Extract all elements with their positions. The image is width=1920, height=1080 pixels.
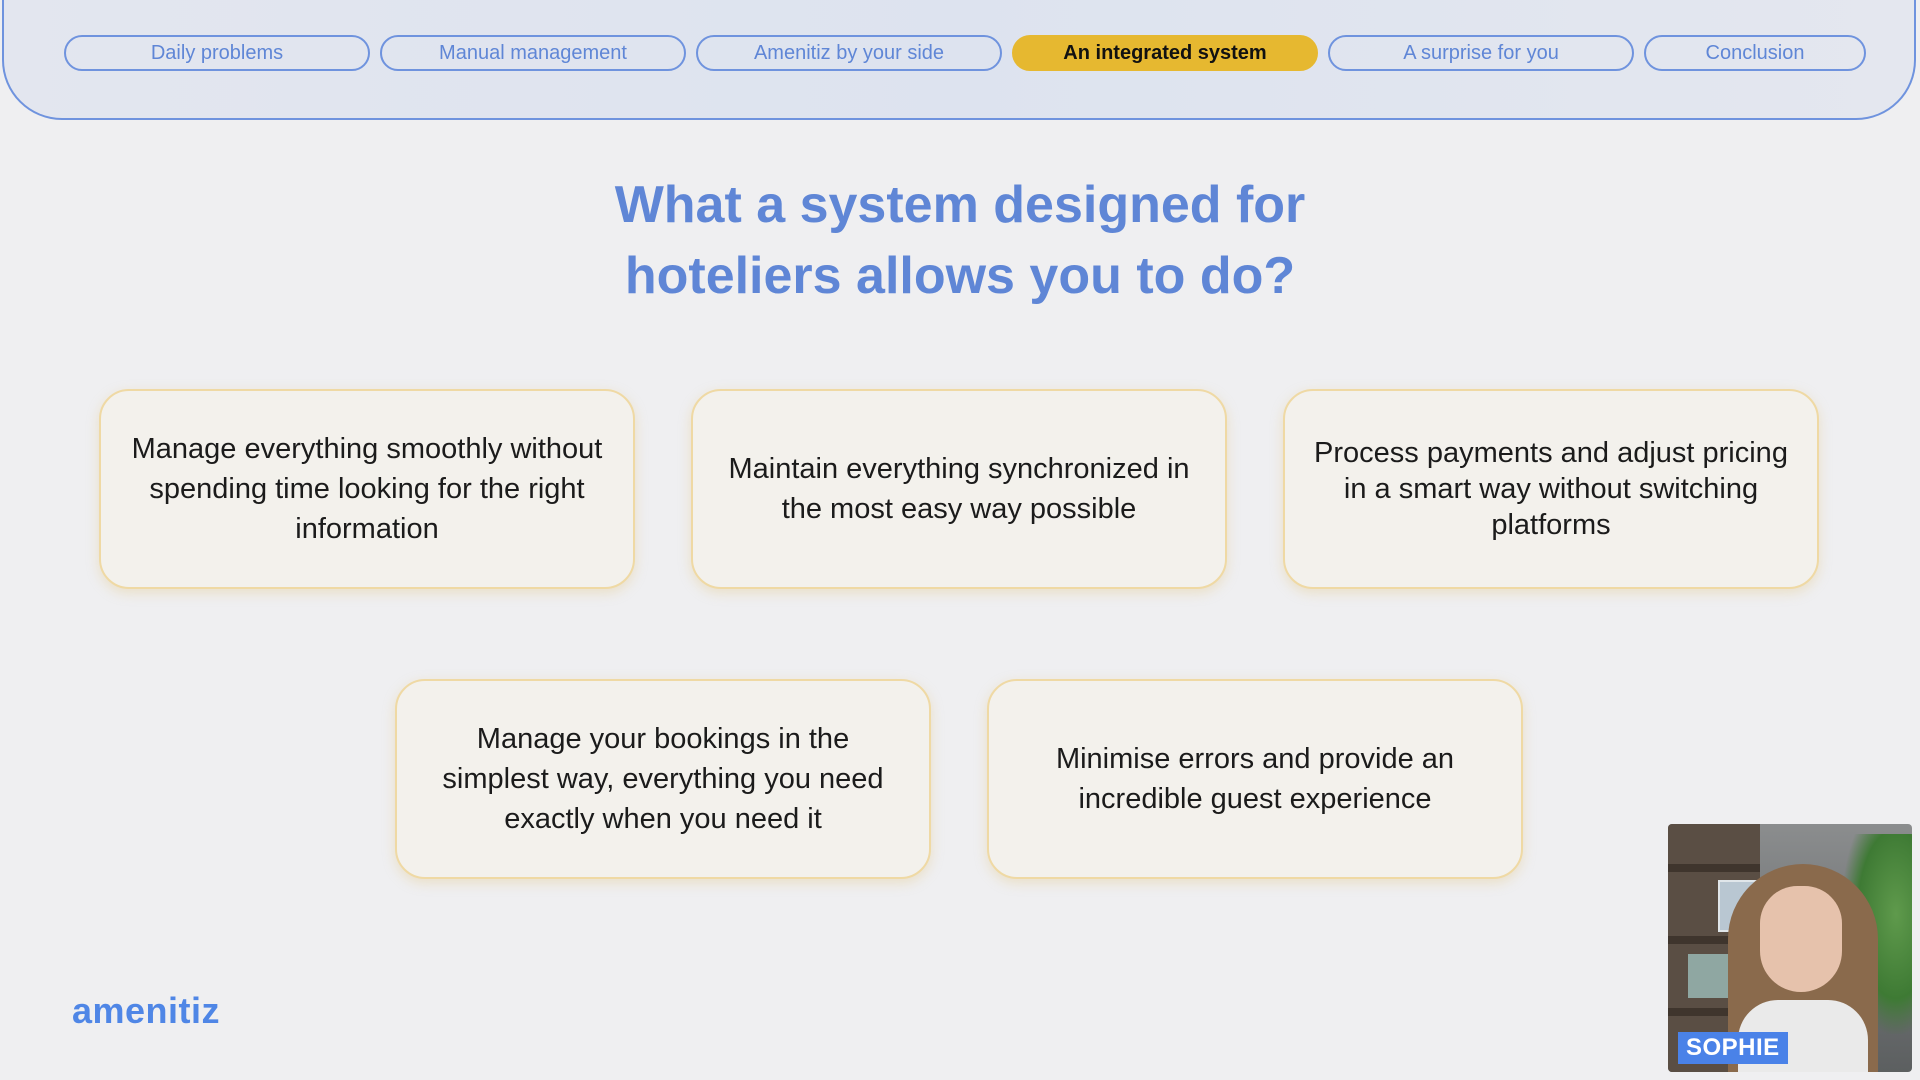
presenter-video-tile: SOPHIE [1668,824,1912,1072]
section-navigation-bar: Daily problems Manual management Ameniti… [2,0,1916,120]
feature-card-payments-pricing: Process payments and adjust pricing in a… [1283,389,1819,589]
tab-an-integrated-system[interactable]: An integrated system [1012,35,1318,71]
presentation-slide: Daily problems Manual management Ameniti… [0,0,1920,1080]
tab-amenitiz-by-your-side[interactable]: Amenitiz by your side [696,35,1002,71]
tab-a-surprise-for-you[interactable]: A surprise for you [1328,35,1634,71]
slide-title-line-2: hoteliers allows you to do? [624,247,1296,305]
slide-title: What a system designed for hoteliers all… [0,170,1920,312]
tab-conclusion[interactable]: Conclusion [1644,35,1866,71]
tab-daily-problems[interactable]: Daily problems [64,35,370,71]
slide-title-line-1: What a system designed for [614,176,1306,234]
feature-card-minimise-errors: Minimise errors and provide an incredibl… [987,679,1523,879]
presenter-name-tag: SOPHIE [1678,1032,1788,1064]
feature-card-synchronized: Maintain everything synchronized in the … [691,389,1227,589]
section-tabs: Daily problems Manual management Ameniti… [64,35,1866,71]
presenter-face [1760,886,1842,992]
tab-manual-management[interactable]: Manual management [380,35,686,71]
feature-card-bookings: Manage your bookings in the simplest way… [395,679,931,879]
feature-card-manage-smoothly: Manage everything smoothly without spend… [99,389,635,589]
amenitiz-logo: amenitiz [72,990,221,1031]
shelf-board [1668,864,1760,872]
